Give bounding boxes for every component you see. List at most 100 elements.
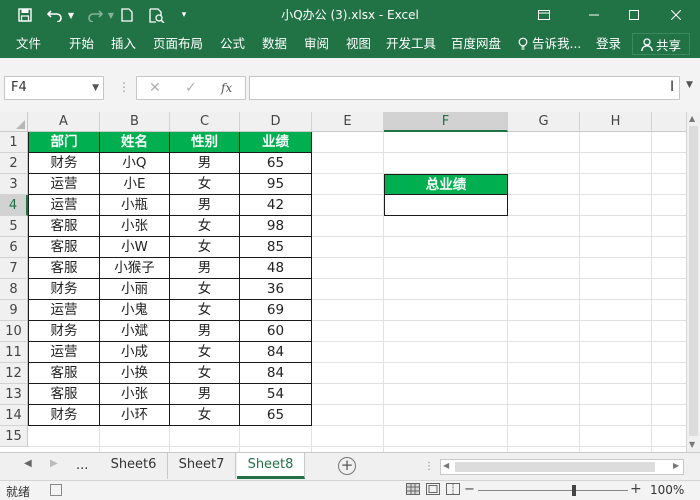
- select-all-corner[interactable]: [0, 112, 28, 132]
- table-cell[interactable]: 财务: [28, 405, 100, 426]
- zoom-slider-thumb[interactable]: [572, 485, 576, 496]
- column-header-a[interactable]: A: [28, 112, 100, 132]
- cancel-icon[interactable]: ✕: [149, 77, 161, 99]
- table-cell[interactable]: 客服: [28, 216, 100, 237]
- table-cell[interactable]: 42: [240, 195, 312, 216]
- row-header-10[interactable]: 10: [0, 321, 28, 342]
- table-cell[interactable]: 财务: [28, 321, 100, 342]
- column-header-d[interactable]: D: [240, 112, 312, 132]
- table-cell[interactable]: 男: [170, 384, 240, 405]
- more-sheets-button[interactable]: ...: [76, 458, 88, 473]
- close-icon[interactable]: [656, 0, 696, 30]
- tab-developer[interactable]: 开发工具: [386, 30, 436, 58]
- prev-sheet-icon[interactable]: ◀: [24, 458, 32, 469]
- tab-formulas[interactable]: 公式: [220, 30, 245, 58]
- table-header-cell[interactable]: 业绩: [240, 132, 312, 153]
- row-header-6[interactable]: 6: [0, 237, 28, 258]
- table-cell[interactable]: 65: [240, 405, 312, 426]
- zoom-level[interactable]: 100%: [650, 483, 684, 497]
- save-icon[interactable]: [14, 0, 36, 30]
- print-preview-icon[interactable]: [146, 0, 168, 30]
- horizontal-scroll-thumb[interactable]: [455, 462, 655, 472]
- page-layout-view-icon[interactable]: [426, 483, 442, 497]
- table-cell[interactable]: 女: [170, 300, 240, 321]
- sheet-tab-sheet8[interactable]: Sheet8: [237, 453, 305, 479]
- login-link[interactable]: 登录: [596, 30, 621, 58]
- table-cell[interactable]: 84: [240, 363, 312, 384]
- table-cell[interactable]: 财务: [28, 279, 100, 300]
- zoom-in-icon[interactable]: +: [630, 481, 642, 497]
- column-header-h[interactable]: H: [580, 112, 652, 132]
- row-header-14[interactable]: 14: [0, 405, 28, 426]
- table-cell[interactable]: 小猴子: [100, 258, 170, 279]
- table-cell[interactable]: 69: [240, 300, 312, 321]
- summary-value-cell[interactable]: [384, 195, 508, 216]
- table-cell[interactable]: 小环: [100, 405, 170, 426]
- table-cell[interactable]: 36: [240, 279, 312, 300]
- scroll-up-icon[interactable]: ▲: [689, 114, 695, 123]
- column-header-e[interactable]: E: [312, 112, 384, 132]
- tab-baidu-netdisk[interactable]: 百度网盘: [451, 30, 501, 58]
- insert-function-icon[interactable]: fx: [221, 77, 232, 99]
- column-header-partial[interactable]: [652, 112, 686, 132]
- vertical-scrollbar[interactable]: ▲ ▼: [686, 112, 700, 452]
- new-sheet-button[interactable]: +: [338, 457, 356, 475]
- sheet-tab-sheet6[interactable]: Sheet6: [100, 453, 168, 479]
- table-cell[interactable]: 48: [240, 258, 312, 279]
- column-header-g[interactable]: G: [508, 112, 580, 132]
- table-cell[interactable]: 客服: [28, 363, 100, 384]
- scroll-down-icon[interactable]: ▼: [689, 440, 695, 449]
- normal-view-icon[interactable]: [406, 483, 422, 497]
- tab-splitter[interactable]: ⋮: [424, 461, 434, 472]
- expand-formula-bar-icon[interactable]: ▼: [686, 80, 693, 90]
- table-header-cell[interactable]: 性别: [170, 132, 240, 153]
- tab-file[interactable]: 文件: [16, 30, 41, 58]
- tell-me-search[interactable]: 告诉我...: [518, 30, 581, 58]
- table-cell[interactable]: 小鬼: [100, 300, 170, 321]
- table-cell[interactable]: 小瓶: [100, 195, 170, 216]
- table-cell[interactable]: 小张: [100, 384, 170, 405]
- row-header-5[interactable]: 5: [0, 216, 28, 237]
- column-header-b[interactable]: B: [100, 112, 170, 132]
- table-cell[interactable]: 客服: [28, 384, 100, 405]
- redo-icon[interactable]: [84, 0, 106, 30]
- table-cell[interactable]: 85: [240, 237, 312, 258]
- table-cell[interactable]: 客服: [28, 237, 100, 258]
- undo-dropdown-icon[interactable]: ▼: [66, 0, 76, 30]
- row-header-13[interactable]: 13: [0, 384, 28, 405]
- summary-header-cell[interactable]: 总业绩: [384, 174, 508, 195]
- zoom-slider[interactable]: [478, 490, 628, 491]
- table-cell[interactable]: 女: [170, 216, 240, 237]
- table-cell[interactable]: 运营: [28, 195, 100, 216]
- name-box-dropdown-icon[interactable]: ▼: [92, 77, 99, 99]
- worksheet-grid[interactable]: ABCDEFGH 1 2 3 4 5 6 7 8 9 10 11 12 13 14 15 部门 姓名 性别 业绩财…: [0, 112, 686, 452]
- next-sheet-icon[interactable]: ▶: [50, 458, 58, 469]
- table-cell[interactable]: 财务: [28, 153, 100, 174]
- row-header-12[interactable]: 12: [0, 363, 28, 384]
- formula-input[interactable]: [249, 76, 680, 100]
- name-box[interactable]: F4 ▼: [4, 76, 104, 100]
- page-break-view-icon[interactable]: [446, 483, 462, 497]
- row-header-7[interactable]: 7: [0, 258, 28, 279]
- ribbon-display-icon[interactable]: [524, 0, 564, 30]
- table-cell[interactable]: 98: [240, 216, 312, 237]
- table-cell[interactable]: 女: [170, 342, 240, 363]
- tab-review[interactable]: 审阅: [304, 30, 329, 58]
- zoom-out-icon[interactable]: −: [464, 482, 475, 497]
- vertical-scroll-thumb[interactable]: [689, 126, 698, 436]
- table-cell[interactable]: 84: [240, 342, 312, 363]
- table-cell[interactable]: 女: [170, 363, 240, 384]
- table-cell[interactable]: 小张: [100, 216, 170, 237]
- table-cell[interactable]: 小E: [100, 174, 170, 195]
- table-cell[interactable]: 小W: [100, 237, 170, 258]
- table-cell[interactable]: 男: [170, 321, 240, 342]
- table-cell[interactable]: 女: [170, 237, 240, 258]
- table-cell[interactable]: 小斌: [100, 321, 170, 342]
- row-header-11[interactable]: 11: [0, 342, 28, 363]
- tab-view[interactable]: 视图: [346, 30, 371, 58]
- table-cell[interactable]: 小丽: [100, 279, 170, 300]
- row-header-1[interactable]: 1: [0, 132, 28, 153]
- customize-toolbar-icon[interactable]: ▾: [178, 0, 190, 30]
- table-cell[interactable]: 65: [240, 153, 312, 174]
- formula-bar-splitter[interactable]: ⋮: [118, 80, 130, 94]
